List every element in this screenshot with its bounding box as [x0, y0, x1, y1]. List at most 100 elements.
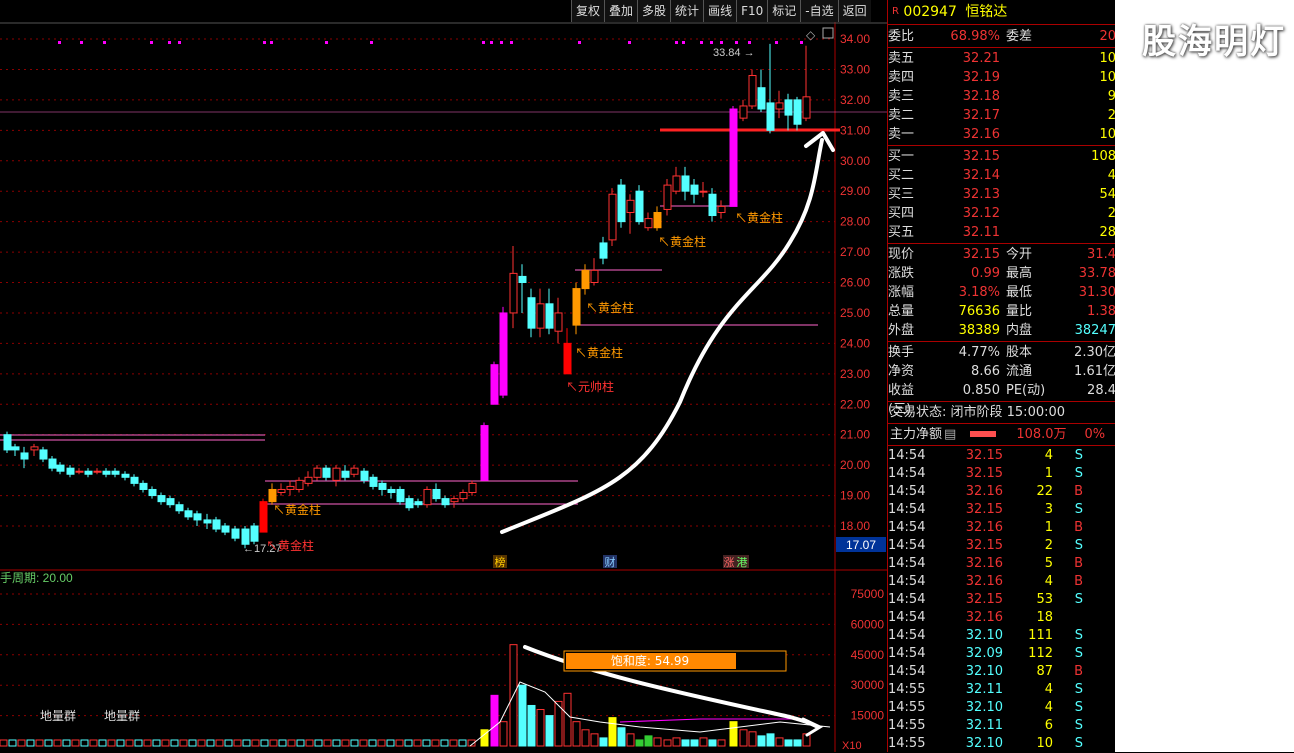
toolbar-item-5[interactable]: F10 — [736, 0, 768, 22]
price-tick-label: 27.00 — [840, 245, 870, 259]
sells-row[interactable]: 卖五 32.21 10 — [888, 49, 1116, 68]
fund-label2: 流通 — [1006, 364, 1033, 379]
signal-dot — [482, 41, 485, 44]
list-icon[interactable]: ▤ — [944, 425, 956, 444]
sells-row[interactable]: 卖三 32.18 9 — [888, 87, 1116, 106]
candle-body — [48, 458, 57, 469]
toolbar-item-0[interactable]: 复权 — [571, 0, 605, 22]
tick-price: 32.16 — [965, 520, 1003, 535]
quote-value: 32.15 — [962, 247, 1000, 262]
tick-time: 14:55 — [888, 736, 926, 751]
weicha-label: 委差 — [1006, 29, 1033, 44]
toolbar-item-6[interactable]: 标记 — [767, 0, 801, 22]
volume-bar-small — [431, 739, 440, 747]
sells-row[interactable]: 卖一 32.16 10 — [888, 125, 1116, 144]
candle-body — [148, 488, 157, 497]
signal-dot — [628, 41, 631, 44]
price-tick-label: 21.00 — [840, 428, 870, 442]
volume-bar — [766, 733, 775, 747]
volume-bar-small — [404, 739, 413, 747]
buys-row[interactable]: 买一 32.15 108 — [888, 147, 1116, 166]
chart-canvas[interactable]: 34.00 33.00 32.00 31.00 30.00 29.00 28.00 27.00… — [0, 22, 887, 752]
signal-dot — [775, 41, 778, 44]
volume-bar-small — [179, 739, 188, 747]
toolbar-item-8[interactable]: 返回 — [837, 0, 871, 22]
volume-bar-small — [62, 739, 71, 747]
volume-bar-small — [134, 739, 143, 747]
volume-bar — [545, 715, 554, 747]
price-tick-label: 25.00 — [840, 306, 870, 320]
tick-side: S — [1074, 448, 1083, 463]
stock-name: 恒铭达 — [965, 4, 1008, 20]
fund-value: 0.850 — [962, 383, 1000, 398]
main-flow-value: 108.0万 — [1016, 427, 1067, 442]
tick-row: 14:54 32.10 87 B — [888, 663, 1116, 681]
volume-bar-small — [377, 739, 386, 747]
buys-row[interactable]: 买四 32.12 2 — [888, 204, 1116, 223]
buys-volume: 54 — [1099, 187, 1116, 202]
volume-bar-small — [98, 739, 107, 747]
toolbar-item-7[interactable]: -自选 — [800, 0, 838, 22]
toolbar-item-4[interactable]: 画线 — [703, 0, 737, 22]
tick-price: 32.10 — [965, 664, 1003, 679]
tick-side: S — [1074, 502, 1083, 517]
volume-bar-small — [152, 739, 161, 747]
main-flow-row[interactable]: 主力净额 ▤ 108.0万 0% — [888, 425, 1116, 444]
buys-price: 32.11 — [962, 225, 1000, 240]
tick-list[interactable]: 14:54 32.15 4 S 14:54 32.15 1 S 14:54 32.16 22 B 14:… — [888, 447, 1116, 753]
volume-tick-label: 60000 — [851, 617, 885, 631]
tick-time: 14:54 — [888, 610, 926, 625]
tick-side: S — [1074, 682, 1083, 697]
buys-row[interactable]: 买二 32.14 4 — [888, 166, 1116, 185]
candle-body — [84, 470, 93, 475]
saturation-text: 饱和度: 54.99 — [611, 653, 689, 668]
tick-price: 32.16 — [965, 484, 1003, 499]
signal-dot — [150, 41, 153, 44]
candle-body — [748, 75, 757, 107]
candle-body — [175, 504, 184, 512]
candle-body — [699, 190, 708, 193]
tick-side: S — [1074, 700, 1083, 715]
price-tick-label: 26.00 — [840, 276, 870, 290]
tick-price: 32.15 — [965, 466, 1003, 481]
candle-body — [739, 105, 748, 119]
sells-row[interactable]: 卖四 32.19 10 — [888, 68, 1116, 87]
volume-bar — [739, 729, 748, 747]
candle-body — [130, 476, 139, 484]
volume-bar-small — [269, 739, 278, 747]
candle-body — [441, 498, 450, 506]
diamond-icon[interactable]: ◇ — [806, 28, 816, 42]
candle-body — [259, 501, 268, 533]
fund-row: 收益(三) 0.850 PE(动) 28.4 — [888, 381, 1116, 417]
candle-body — [563, 342, 572, 375]
buys-label: 买三 — [888, 187, 915, 202]
zhangting-tag-text: 涨 — [724, 556, 735, 569]
volume-bar-small — [35, 739, 44, 747]
quote-row: 现价 32.15 今开 31.4 — [888, 245, 1116, 264]
candle-body — [360, 470, 369, 481]
toolbar-item-3[interactable]: 统计 — [670, 0, 704, 22]
quote-label2: 最低 — [1006, 285, 1033, 300]
tick-volume: 5 — [1044, 556, 1053, 571]
volume-bar — [708, 739, 717, 747]
tick-side — [1053, 609, 1083, 627]
candle-body — [572, 288, 581, 326]
buys-row[interactable]: 买五 32.11 28 — [888, 223, 1116, 242]
toolbar-item-1[interactable]: 叠加 — [604, 0, 638, 22]
quote-value: 38389 — [958, 323, 1000, 338]
candle-body — [20, 452, 29, 460]
volume-bar — [717, 739, 726, 747]
toolbar-item-2[interactable]: 多股 — [637, 0, 671, 22]
volume-bar-small — [458, 739, 467, 747]
buys-row[interactable]: 买三 32.13 54 — [888, 185, 1116, 204]
volume-bar-small — [143, 739, 152, 747]
quote-label2: 今开 — [1006, 247, 1033, 262]
blank-area — [1115, 0, 1294, 752]
window-icon[interactable] — [822, 27, 834, 39]
main-flow-label: 主力净额 — [890, 427, 943, 442]
sells-row[interactable]: 卖二 32.17 2 — [888, 106, 1116, 125]
volume-bar-small — [107, 739, 116, 747]
fund-label: 换手 — [888, 345, 915, 360]
kline-chart[interactable]: 34.00 33.00 32.00 31.00 30.00 29.00 28.00 27.00… — [0, 22, 887, 752]
stock-header[interactable]: R 002947 恒铭达 — [888, 0, 1116, 25]
